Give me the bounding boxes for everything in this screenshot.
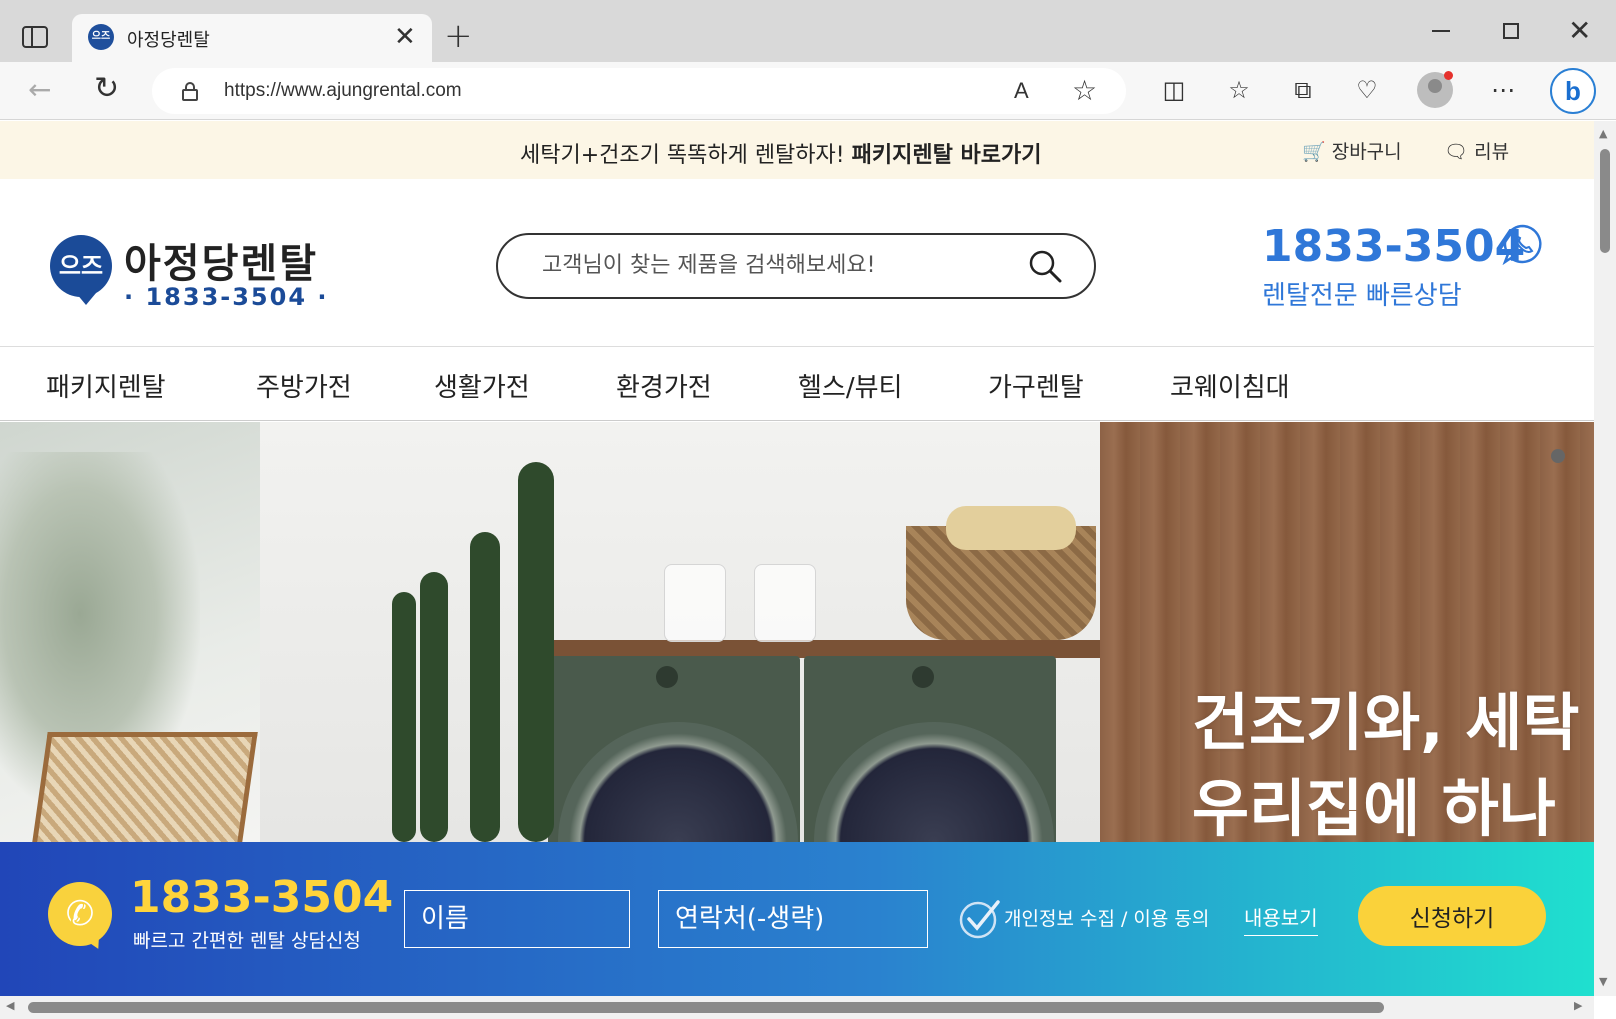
hero-jar <box>754 564 816 642</box>
scroll-up-icon[interactable]: ▲ <box>1599 127 1607 140</box>
consult-phone-number: 1833-3504 <box>130 872 394 923</box>
hero-jar <box>664 564 726 642</box>
hero-cactus <box>518 462 554 842</box>
search-box <box>496 233 1096 299</box>
close-tab-icon[interactable]: ✕ <box>394 22 416 52</box>
minimize-icon[interactable] <box>1432 30 1450 32</box>
scroll-right-icon[interactable]: ▶ <box>1574 999 1582 1012</box>
phone-icon: ✆ <box>48 882 112 946</box>
hero-washer <box>548 656 800 842</box>
logo-mark[interactable]: 으즈 <box>50 235 112 305</box>
banner-message[interactable]: 세탁기+건조기 똑똑하게 렌탈하자! 패키지렌탈 바로가기 <box>520 137 1041 169</box>
profile-icon[interactable] <box>1417 71 1453 108</box>
new-tab-icon[interactable]: + <box>444 16 473 56</box>
horizontal-scrollbar[interactable]: ◀ ▶ <box>0 996 1594 1019</box>
hero-cactus <box>420 572 448 842</box>
hero-cactus <box>392 592 416 842</box>
read-aloud-icon[interactable]: A <box>1014 78 1029 104</box>
hero-headline-2: 우리집에 하나 <box>1192 772 1556 842</box>
name-input[interactable] <box>404 890 630 948</box>
maximize-icon[interactable] <box>1503 23 1519 39</box>
hero-banner[interactable]: 건조기와, 세탁 우리집에 하나 <box>0 422 1594 842</box>
scroll-left-icon[interactable]: ◀ <box>6 999 14 1012</box>
browser-titlebar: 으즈 아정당렌탈 ✕ + ✕ <box>0 0 1616 62</box>
address-bar[interactable]: https://www.ajungrental.com A ☆ <box>152 68 1126 114</box>
scroll-thumb[interactable] <box>1600 149 1610 253</box>
main-nav: 패키지렌탈 주방가전 생활가전 환경가전 헬스/뷰티 가구렌탈 코웨이침대 <box>0 347 1594 421</box>
more-icon[interactable]: ⋯ <box>1485 72 1521 108</box>
browser-essentials-icon[interactable]: ♡ <box>1349 72 1385 108</box>
hero-cactus <box>470 532 500 842</box>
scroll-thumb[interactable] <box>28 1002 1384 1013</box>
view-terms-link[interactable]: 내용보기 <box>1244 902 1318 936</box>
vertical-scrollbar[interactable]: ▲ ▼ <box>1594 121 1616 996</box>
split-screen-icon[interactable]: ◫ <box>1156 72 1192 108</box>
nav-item-package-rental[interactable]: 패키지렌탈 <box>46 367 166 404</box>
hero-headline-1: 건조기와, 세탁 <box>1192 686 1580 759</box>
collections-icon[interactable]: ⧉ <box>1285 72 1321 108</box>
sidebar-icon[interactable] <box>22 26 48 48</box>
back-icon[interactable]: ← <box>28 74 51 106</box>
cart-link[interactable]: 🛒 장바구니 <box>1302 137 1402 164</box>
bing-icon[interactable]: b <box>1550 68 1596 114</box>
window-close-icon[interactable]: ✕ <box>1568 14 1591 48</box>
favorite-star-icon[interactable]: ☆ <box>1072 74 1097 107</box>
slider-dot[interactable] <box>1551 449 1565 463</box>
logo-phone: · 1833-3504 · <box>124 283 329 311</box>
consult-description: 빠르고 간편한 렌탈 상담신청 <box>133 930 361 952</box>
header-phone-sub: 렌탈전문 빠른상담 <box>1262 281 1462 311</box>
hero-chair <box>32 732 258 842</box>
contact-input[interactable] <box>658 890 928 948</box>
lock-icon[interactable] <box>182 82 198 101</box>
nav-item-health-beauty[interactable]: 헬스/뷰티 <box>798 367 902 404</box>
site-header: 으즈 아정당렌탈 · 1833-3504 · 1833-3504 렌탈전문 빠른… <box>0 179 1594 347</box>
chat-bubble-icon: 🗨 <box>1444 141 1469 163</box>
review-link[interactable]: 🗨 리뷰 <box>1444 137 1509 164</box>
package-rental-link[interactable]: 패키지렌탈 바로가기 <box>852 143 1042 168</box>
browser-tab[interactable]: 으즈 아정당렌탈 ✕ <box>72 14 432 62</box>
web-page: 세탁기+건조기 똑똑하게 렌탈하자! 패키지렌탈 바로가기 🛒 장바구니 🗨 리… <box>0 121 1594 996</box>
privacy-agree-label[interactable]: 개인정보 수집 / 이용 동의 <box>1004 904 1209 931</box>
scroll-down-icon[interactable]: ▼ <box>1599 975 1607 988</box>
nav-item-coway-bed[interactable]: 코웨이침대 <box>1170 367 1290 404</box>
url-text[interactable]: https://www.ajungrental.com <box>224 80 462 102</box>
cart-icon: 🛒 <box>1302 141 1326 163</box>
hero-dryer <box>804 656 1056 842</box>
consult-bar: ✆ 1833-3504 빠르고 간편한 렌탈 상담신청 개인정보 수집 / 이용… <box>0 842 1594 996</box>
nav-item-environment[interactable]: 환경가전 <box>616 367 712 404</box>
nav-item-furniture[interactable]: 가구렌탈 <box>988 367 1084 404</box>
header-phone-number[interactable]: 1833-3504 <box>1262 221 1525 272</box>
favorites-icon[interactable]: ☆ <box>1221 72 1257 108</box>
logo-name[interactable]: 아정당렌탈 <box>124 231 318 289</box>
tab-title: 아정당렌탈 <box>127 30 210 51</box>
top-banner: 세탁기+건조기 똑똑하게 렌탈하자! 패키지렌탈 바로가기 🛒 장바구니 🗨 리… <box>0 121 1594 179</box>
reload-icon[interactable]: ↻ <box>94 72 119 106</box>
agree-check-icon[interactable] <box>958 896 1002 940</box>
phone-bubble-icon <box>1502 224 1542 265</box>
nav-item-kitchen[interactable]: 주방가전 <box>256 367 352 404</box>
favicon-icon: 으즈 <box>88 24 114 50</box>
nav-item-living[interactable]: 생활가전 <box>434 367 530 404</box>
hero-towel <box>946 506 1076 550</box>
apply-button[interactable]: 신청하기 <box>1358 886 1546 946</box>
search-input[interactable] <box>542 253 1002 278</box>
search-icon[interactable] <box>1028 249 1062 283</box>
